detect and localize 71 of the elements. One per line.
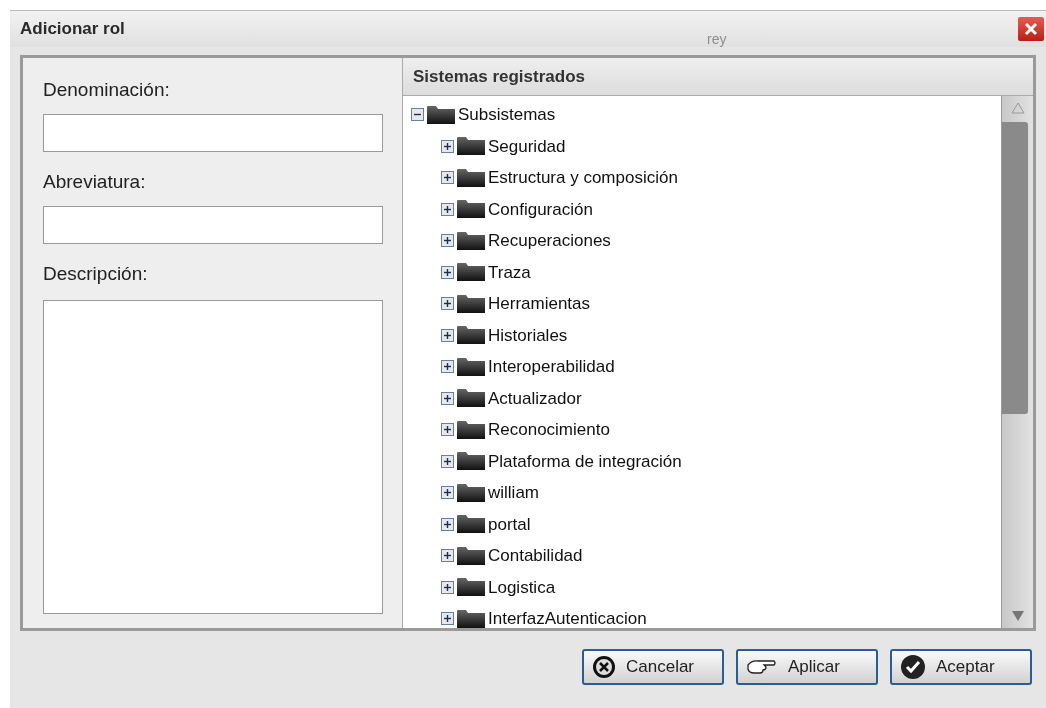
folder-icon: [456, 356, 486, 377]
background-text: rey: [707, 30, 727, 49]
folder-icon: [456, 293, 486, 314]
tree-item[interactable]: Interoperabilidad: [488, 354, 615, 380]
expand-icon[interactable]: [441, 297, 454, 311]
tree-item[interactable]: Recuperaciones: [488, 228, 611, 254]
folder-icon: [456, 451, 486, 472]
description-field[interactable]: [43, 300, 383, 614]
expand-icon[interactable]: [441, 360, 454, 374]
input-field[interactable]: [43, 114, 383, 152]
folder-icon: [426, 104, 456, 125]
folder-icon: [456, 136, 486, 157]
dialog-button[interactable]: Aceptar: [890, 649, 1032, 685]
dialog-button[interactable]: Aplicar: [736, 649, 878, 685]
tree-item[interactable]: Configuración: [488, 196, 593, 222]
folder-icon: [456, 199, 486, 220]
scrollbar-thumb[interactable]: [1002, 122, 1028, 414]
tree-item[interactable]: Traza: [488, 259, 531, 285]
expand-icon[interactable]: [441, 486, 454, 500]
expand-icon[interactable]: [441, 265, 454, 279]
close-icon: [592, 655, 616, 679]
tree-item[interactable]: Logistica: [488, 574, 556, 600]
pointing-hand-icon: [746, 657, 778, 677]
folder-icon: [456, 230, 486, 251]
checkmark-icon: [900, 654, 926, 680]
expand-icon[interactable]: [441, 612, 454, 626]
folder-icon: [456, 545, 486, 566]
tree-item[interactable]: portal: [488, 511, 531, 537]
field-label: Denominación:: [43, 78, 171, 102]
folder-icon: [456, 262, 486, 283]
input-field[interactable]: [43, 206, 383, 244]
expand-icon[interactable]: [441, 171, 454, 185]
close-button[interactable]: [1018, 17, 1044, 41]
close-icon: [1024, 22, 1038, 36]
expand-icon[interactable]: [441, 234, 454, 248]
scrollbar[interactable]: [1001, 96, 1033, 628]
expand-icon[interactable]: [441, 549, 454, 563]
tree-item[interactable]: Herramientas: [488, 291, 591, 317]
dialog-button[interactable]: Cancelar: [582, 649, 724, 685]
tree-item[interactable]: InterfazAutenticacion: [488, 606, 647, 628]
folder-icon: [456, 482, 486, 503]
tree-item[interactable]: william: [488, 480, 539, 506]
expand-icon[interactable]: [441, 328, 454, 342]
tree-item[interactable]: Actualizador: [488, 385, 582, 411]
folder-icon: [456, 577, 486, 598]
panel-title: Sistemas registrados: [413, 65, 585, 88]
expand-icon[interactable]: [441, 202, 454, 216]
tree-item[interactable]: Seguridad: [488, 133, 566, 159]
folder-icon: [456, 419, 486, 440]
folder-icon: [456, 167, 486, 188]
tree-item[interactable]: Reconocimiento: [488, 417, 610, 443]
expand-icon[interactable]: [441, 423, 454, 437]
tree-item[interactable]: Subsistemas: [458, 102, 556, 128]
folder-icon: [456, 608, 486, 628]
folder-icon: [456, 388, 486, 409]
folder-icon: [456, 514, 486, 535]
tree-item[interactable]: Historiales: [488, 322, 568, 348]
expand-icon[interactable]: [441, 580, 454, 594]
tree-item[interactable]: Plataforma de integración: [488, 448, 682, 474]
window-title: Adicionar rol: [20, 18, 125, 41]
field-label: Abreviatura:: [43, 170, 147, 194]
expand-icon[interactable]: [441, 517, 454, 531]
folder-icon: [456, 325, 486, 346]
expand-icon[interactable]: [441, 139, 454, 153]
tree-item[interactable]: Estructura y composición: [488, 165, 678, 191]
expand-icon[interactable]: [441, 454, 454, 468]
tree-item[interactable]: Contabilidad: [488, 543, 583, 569]
scroll-down-icon[interactable]: [1010, 610, 1025, 622]
collapse-icon[interactable]: [411, 108, 424, 122]
field-label: Descripción:: [43, 262, 149, 286]
expand-icon[interactable]: [441, 391, 454, 405]
